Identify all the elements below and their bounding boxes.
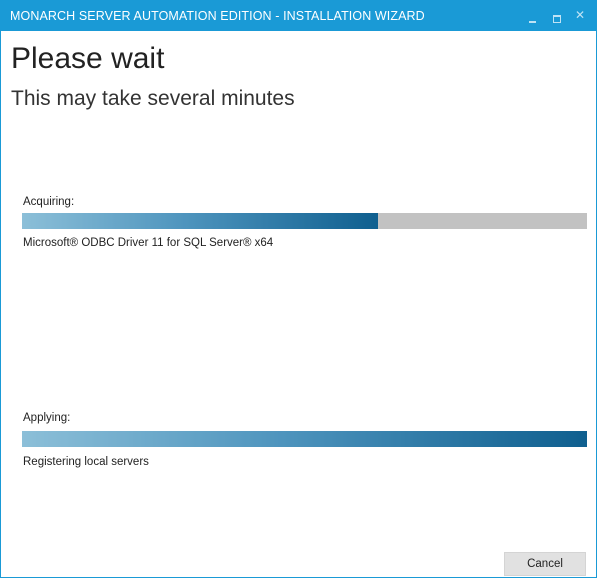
close-button[interactable]: ✕ — [570, 1, 594, 31]
minimize-button[interactable] — [522, 1, 546, 31]
cancel-button[interactable]: Cancel — [504, 552, 586, 576]
acquiring-label: Acquiring: — [23, 196, 75, 208]
page-subtitle: This may take several minutes — [11, 87, 295, 110]
title-bar[interactable]: MONARCH SERVER AUTOMATION EDITION - INST… — [1, 1, 596, 31]
applying-label: Applying: — [23, 412, 71, 424]
installer-window: MONARCH SERVER AUTOMATION EDITION - INST… — [0, 0, 597, 578]
minimize-icon — [529, 21, 536, 23]
close-icon: ✕ — [575, 8, 586, 22]
acquiring-item-text: Microsoft® ODBC Driver 11 for SQL Server… — [23, 237, 274, 249]
maximize-icon — [553, 15, 561, 23]
applying-progress-fill — [22, 431, 587, 447]
maximize-button[interactable] — [546, 1, 570, 31]
applying-item-text: Registering local servers — [23, 456, 149, 468]
acquiring-progress-fill — [22, 213, 378, 229]
page-title: Please wait — [11, 42, 165, 75]
acquiring-progress-bar — [22, 213, 587, 229]
applying-progress-bar — [22, 431, 587, 447]
window-title: MONARCH SERVER AUTOMATION EDITION - INST… — [10, 9, 425, 23]
